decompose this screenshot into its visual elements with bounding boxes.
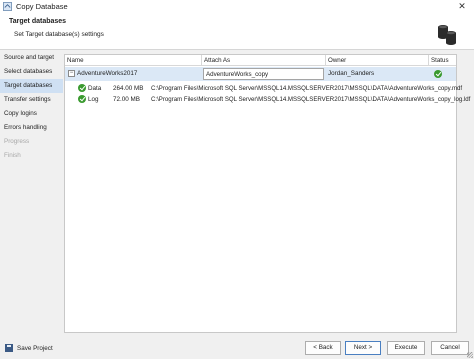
window-title: Copy Database [16,2,68,11]
sidebar-item-copy-logins[interactable]: Copy logins [0,107,63,121]
database-name: AdventureWorks2017 [77,70,138,77]
next-button[interactable]: Next > [345,341,381,355]
database-stack-icon [438,25,456,45]
file-size: 264.00 MB [113,85,144,92]
save-project-label: Save Project [17,344,53,352]
column-header-attach-as[interactable]: Attach As [202,55,326,66]
back-button[interactable]: < Back [305,341,341,355]
save-project-button[interactable]: Save Project [5,341,53,355]
app-icon [3,2,12,11]
cancel-button[interactable]: Cancel [431,341,469,355]
sidebar-item-progress: Progress [4,138,30,145]
file-type: Data [88,85,102,92]
save-disk-icon [5,344,13,352]
page-title: Target databases [9,18,67,25]
database-row[interactable]: − AdventureWorks2017 Jordan_Sanders [65,67,456,81]
owner-value[interactable]: Jordan_Sanders [328,67,374,81]
execute-button[interactable]: Execute [387,341,425,355]
target-databases-grid: Name Attach As Owner Status − AdventureW… [64,54,470,333]
column-header-owner[interactable]: Owner [326,55,429,66]
title-bar: Copy Database ✕ [0,0,474,13]
log-file-ok-icon [78,95,86,103]
sidebar-item-target-databases[interactable]: Target databases [0,79,63,93]
sidebar-item-errors-handling[interactable]: Errors handling [0,121,63,135]
resize-grip-icon[interactable] [467,352,473,358]
sidebar-item-transfer-settings[interactable]: Transfer settings [0,93,63,107]
data-file-ok-icon [78,84,86,92]
sidebar-item-finish: Finish [4,152,21,159]
column-header-status[interactable]: Status [429,55,456,66]
column-header-name[interactable]: Name [65,55,202,66]
file-path[interactable]: C:\Program Files\Microsoft SQL Server\MS… [151,83,462,94]
close-icon[interactable]: ✕ [456,1,468,12]
page-subtitle: Set Target database(s) settings [14,31,104,38]
sidebar-item-select-databases[interactable]: Select databases [0,65,63,79]
file-row-log[interactable]: Log 72.00 MB C:\Program Files\Microsoft … [65,94,470,105]
page-header: Target databases Set Target database(s) … [0,13,474,50]
sidebar-item-source-and-target[interactable]: Source and target [0,51,63,65]
status-ok-icon [434,70,442,78]
wizard-footer: Save Project < Back Next > Execute Cance… [0,337,474,359]
wizard-steps-sidebar: Source and target Select databases Targe… [0,51,63,337]
file-type: Log [88,96,99,103]
attach-as-input[interactable] [203,68,324,80]
collapse-icon[interactable]: − [68,70,75,77]
file-path[interactable]: C:\Program Files\Microsoft SQL Server\MS… [151,94,470,105]
file-row-data[interactable]: Data 264.00 MB C:\Program Files\Microsof… [65,83,462,94]
file-size: 72.00 MB [113,96,140,103]
grid-header: Name Attach As Owner Status [65,55,456,66]
